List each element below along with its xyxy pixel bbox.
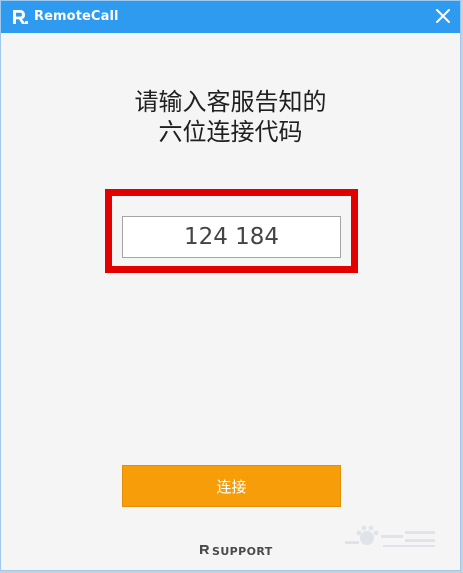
baidu-watermark-image	[343, 521, 443, 555]
close-button[interactable]	[426, 1, 460, 33]
connect-button-label: 连接	[216, 477, 247, 496]
rsupport-logo: SUPPORT	[199, 544, 273, 558]
connection-code-input[interactable]	[122, 216, 341, 258]
app-title: RemoteCall	[34, 9, 119, 24]
instruction-heading: 请输入客服告知的 六位连接代码	[1, 87, 460, 147]
instruction-line-1: 请输入客服告知的	[134, 88, 327, 116]
footer-brand-text: SUPPORT	[212, 544, 273, 558]
rsupport-logo-icon	[199, 544, 212, 558]
remotecall-window: RemoteCall 请输入客服告知的 六位连接代码 连接 SUPPORT	[0, 0, 461, 571]
remotecall-logo-icon	[11, 8, 29, 26]
connect-button[interactable]: 连接	[122, 465, 341, 507]
close-icon	[436, 8, 450, 27]
title-bar: RemoteCall	[1, 1, 460, 33]
instruction-line-2: 六位连接代码	[158, 118, 303, 146]
